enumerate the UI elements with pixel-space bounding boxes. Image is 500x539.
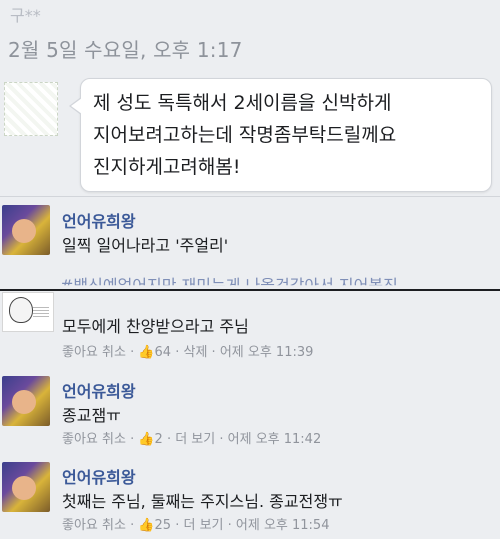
separator: · <box>207 345 220 360</box>
thumbs-up-icon: 👍 <box>138 345 155 360</box>
commenter-name[interactable]: 언어유희왕 <box>62 378 136 402</box>
separator: · <box>171 345 184 360</box>
comment-actions: 좋아요 취소 · 👍64 · 삭제 · 어제 오후 11:39 <box>62 341 313 360</box>
like-count[interactable]: 2 <box>155 432 163 447</box>
comment-time[interactable]: 어제 오후 11:39 <box>220 345 314 360</box>
sender-name: 구** <box>10 6 41 25</box>
unlike-link[interactable]: 좋아요 취소 <box>62 432 126 447</box>
comment-actions: 좋아요 취소 · 👍2 · 더 보기 · 어제 오후 11:42 <box>62 428 321 447</box>
more-link[interactable]: 더 보기 <box>183 518 223 533</box>
comment-time[interactable]: 어제 오후 11:54 <box>236 518 330 533</box>
separator: · <box>223 518 236 533</box>
commenter-name[interactable]: 언어유희왕 <box>62 208 136 232</box>
unlike-link[interactable]: 좋아요 취소 <box>62 345 126 360</box>
comment-text: 첫째는 주님, 둘째는 주지스님. 종교전쟁ㅠ <box>62 492 343 511</box>
separator: · <box>162 432 176 447</box>
sender-avatar[interactable] <box>4 82 58 136</box>
commenter-name[interactable]: 언어유희왕 <box>62 464 136 488</box>
unlike-link[interactable]: 좋아요 취소 <box>62 518 126 533</box>
separator: · <box>125 432 139 447</box>
comment-text: 종교잼ㅠ <box>62 406 121 425</box>
separator: · <box>125 518 139 533</box>
message-timestamp: 2월 5일 수요일, 오후 1:17 <box>8 38 243 62</box>
comment-text: 모두에게 찬양받으라고 주님 <box>62 317 249 336</box>
message-line: 지어보려고하는데 작명좀부탁드릴께요 <box>93 124 397 146</box>
thumbs-up-icon: 👍 <box>138 432 155 447</box>
separator: · <box>125 345 139 360</box>
commenter-avatar[interactable] <box>2 376 50 426</box>
comment-time[interactable]: 어제 오후 11:42 <box>228 432 322 447</box>
separator: · <box>215 432 228 447</box>
like-count[interactable]: 64 <box>155 345 172 360</box>
message-line: 제 성도 독특해서 2세이름을 신박하게 <box>93 92 392 114</box>
thumbs-up-icon: 👍 <box>138 518 155 533</box>
comment-actions: 좋아요 취소 · 👍25 · 더 보기 · 어제 오후 11:54 <box>62 514 329 533</box>
more-link[interactable]: 더 보기 <box>175 432 215 447</box>
comment-text: 일찍 일어나라고 '주얼리' <box>62 236 229 255</box>
separator: · <box>171 518 184 533</box>
divider <box>0 196 500 197</box>
commenter-avatar[interactable] <box>2 292 54 332</box>
like-count[interactable]: 25 <box>155 518 172 533</box>
commenter-avatar[interactable] <box>2 205 50 255</box>
message-bubble: 제 성도 독특해서 2세이름을 신박하게 지어보려고하는데 작명좀부탁드릴께요 … <box>69 78 492 192</box>
commenter-avatar[interactable] <box>2 462 50 512</box>
delete-link[interactable]: 삭제 <box>183 345 207 360</box>
message-line: 진지하게고려해봄! <box>93 156 241 178</box>
